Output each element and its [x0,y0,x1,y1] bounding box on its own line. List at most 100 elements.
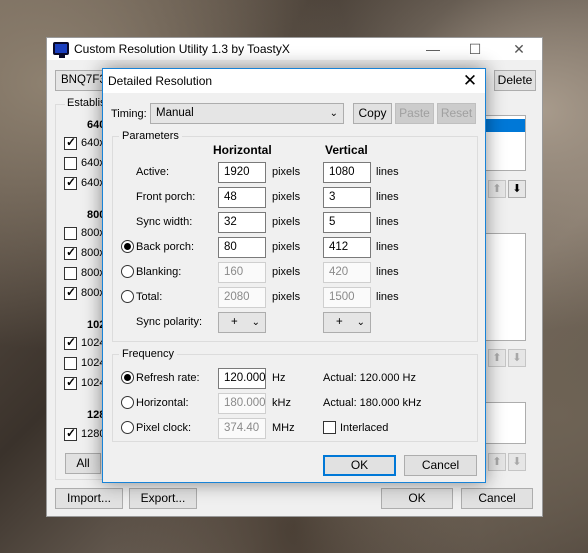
ok-button[interactable]: OK [381,488,453,509]
move-down-icon[interactable]: ⬇ [508,453,526,471]
resolution-checkbox[interactable] [64,357,77,370]
horizontal-frequency-radio[interactable] [121,396,134,409]
import-button[interactable]: Import... [55,488,123,509]
frequency-title: Frequency [119,348,177,360]
horizontal-frequency-input[interactable]: 180.000 [218,393,266,414]
active-label: Active: [136,166,170,178]
active-vertical-input[interactable]: 1080 [323,162,371,183]
unit-label: pixels [272,266,301,278]
blanking-radio[interactable] [121,265,134,278]
interlaced-label: Interlaced [340,422,389,434]
blanking-horizontal-input[interactable]: 160 [218,262,266,283]
chevron-down-icon: ⌄ [251,317,260,328]
pixel-clock-input[interactable]: 374.40 [218,418,266,439]
dialog-ok-button[interactable]: OK [323,455,396,476]
move-down-icon[interactable]: ⬇ [508,349,526,367]
total-horizontal-input[interactable]: 2080 [218,287,266,308]
resolution-checkbox[interactable] [64,135,77,150]
resolution-checkbox[interactable] [64,335,77,350]
horizontal-polarity-value: + [231,316,238,328]
chevron-down-icon: ⌄ [329,108,338,119]
resolution-checkbox[interactable] [64,175,77,190]
delete-button[interactable]: Delete [494,70,536,91]
pixel-clock-label: Pixel clock: [136,422,192,434]
blanking-vertical-input[interactable]: 420 [323,262,371,283]
cancel-button[interactable]: Cancel [461,488,533,509]
export-button[interactable]: Export... [129,488,197,509]
front-porch-vertical-input[interactable]: 3 [323,187,371,208]
resolution-checkbox[interactable] [64,285,77,300]
sync-width-horizontal-input[interactable]: 32 [218,212,266,233]
paste-button[interactable]: Paste [395,103,434,124]
close-icon[interactable]: ✕ [499,38,539,60]
front-porch-label: Front porch: [136,191,196,203]
vertical-header: Vertical [325,143,368,157]
resolution-checkbox[interactable] [64,375,77,390]
refresh-rate-radio[interactable] [121,371,134,384]
unit-label: pixels [272,216,301,228]
unit-label: pixels [272,191,301,203]
refresh-rate-input[interactable]: 120.000 [218,368,266,389]
refresh-rate-label: Refresh rate: [136,372,200,384]
total-label: Total: [136,291,163,303]
move-down-icon[interactable]: ⬇ [508,180,526,198]
move-up-icon[interactable]: ⬆ [488,349,506,367]
sync-polarity-label: Sync polarity: [136,316,203,328]
resolution-checkbox[interactable] [64,426,77,441]
detailed-resolutions-list[interactable] [484,115,526,171]
dialog-title: Detailed Resolution [108,74,213,88]
timing-label: Timing: [111,108,147,120]
timing-select[interactable]: Manual ⌄ [150,103,344,124]
horizontal-polarity-select[interactable]: + ⌄ [218,312,266,333]
timing-value: Manual [156,107,194,119]
move-up-icon[interactable]: ⬆ [488,453,506,471]
active-horizontal-input[interactable]: 1920 [218,162,266,183]
resolution-checkbox[interactable] [64,227,77,240]
resolution-checkbox[interactable] [64,157,77,170]
unit-label: pixels [272,241,301,253]
reset-button[interactable]: Reset [437,103,476,124]
back-porch-horizontal-input[interactable]: 80 [218,237,266,258]
close-icon[interactable]: ✕ [455,69,485,93]
move-up-icon[interactable]: ⬆ [488,180,506,198]
unit-label: lines [376,291,399,303]
main-title-bar: Custom Resolution Utility 1.3 by ToastyX… [47,38,542,60]
minimize-icon[interactable]: — [413,38,453,60]
dialog-cancel-button[interactable]: Cancel [404,455,477,476]
monitor-app-icon [53,42,69,58]
chevron-down-icon: ⌄ [356,317,365,328]
maximize-icon[interactable]: ☐ [455,38,495,60]
selected-list-row[interactable] [485,119,525,132]
interlaced-checkbox[interactable] [323,421,336,434]
extension-blocks-list[interactable] [484,402,526,444]
horizontal-header: Horizontal [213,143,272,157]
resolution-checkbox[interactable] [64,267,77,280]
unit-label: lines [376,216,399,228]
resolution-checkbox[interactable] [64,245,77,260]
back-porch-vertical-input[interactable]: 412 [323,237,371,258]
detailed-resolution-dialog: Detailed Resolution ✕ Timing: Manual ⌄ C… [102,68,486,483]
back-porch-radio[interactable] [121,240,134,253]
front-porch-horizontal-input[interactable]: 48 [218,187,266,208]
horizontal-frequency-actual: Actual: 180.000 kHz [323,397,422,409]
unit-label: lines [376,191,399,203]
select-all-button[interactable]: All [65,453,101,474]
unit-label: lines [376,266,399,278]
horizontal-frequency-unit: kHz [272,397,291,409]
total-radio[interactable] [121,290,134,303]
horizontal-frequency-label: Horizontal: [136,397,189,409]
copy-button[interactable]: Copy [353,103,392,124]
vertical-polarity-select[interactable]: + ⌄ [323,312,371,333]
sync-width-vertical-input[interactable]: 5 [323,212,371,233]
standard-resolutions-list[interactable] [484,233,526,341]
refresh-rate-unit: Hz [272,372,286,384]
back-porch-label: Back porch: [136,241,195,253]
pixel-clock-radio[interactable] [121,421,134,434]
total-vertical-input[interactable]: 1500 [323,287,371,308]
unit-label: pixels [272,291,301,303]
parameters-title: Parameters [119,130,182,142]
unit-label: lines [376,166,399,178]
vertical-polarity-value: + [336,316,343,328]
pixel-clock-unit: MHz [272,422,295,434]
sync-width-label: Sync width: [136,216,193,228]
